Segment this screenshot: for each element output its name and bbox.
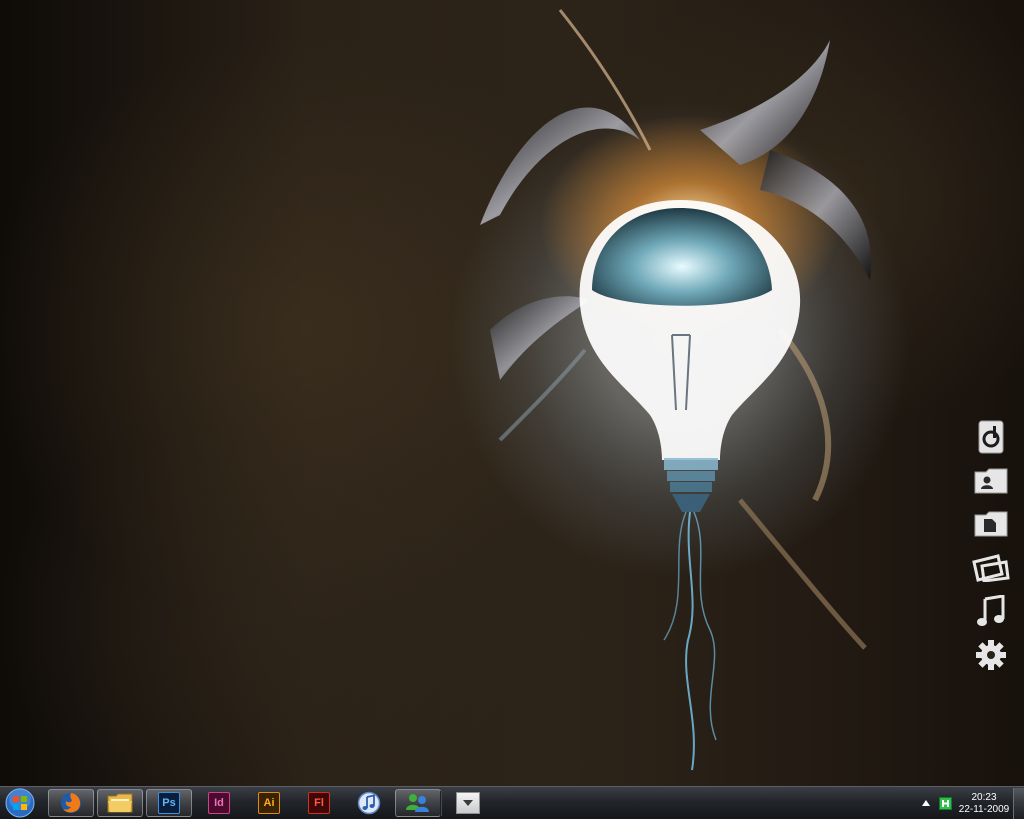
taskbar-clock[interactable]: 20:23 22-11-2009: [956, 790, 1012, 818]
document-icon[interactable]: [971, 505, 1011, 543]
messenger-icon: [406, 794, 429, 812]
dropdown-triangle-icon: [463, 800, 473, 806]
music-disc-icon[interactable]: [971, 418, 1011, 456]
pictures-icon[interactable]: [971, 549, 1011, 587]
indesign-icon: Id: [208, 792, 230, 814]
taskbar: Ps Id Ai Fl 20:23 22-11-2009: [0, 786, 1024, 819]
taskbar-indesign[interactable]: Id: [196, 789, 242, 817]
tray-app-icon: [938, 796, 952, 810]
wallpaper-art: [450, 9, 910, 771]
clock-time: 20:23: [971, 792, 997, 803]
flash-icon: Fl: [308, 792, 330, 814]
taskbar-firefox[interactable]: [48, 789, 94, 817]
illustrator-icon: Ai: [258, 792, 280, 814]
taskbar-itunes[interactable]: [346, 789, 392, 817]
contact-card-icon[interactable]: [971, 462, 1011, 500]
gear-icon[interactable]: [971, 636, 1011, 674]
desktop[interactable]: [0, 0, 1024, 786]
taskbar-photoshop[interactable]: Ps: [146, 789, 192, 817]
music-note-icon[interactable]: [971, 592, 1011, 630]
taskbar-illustrator[interactable]: Ai: [246, 789, 292, 817]
folder-icon: [107, 793, 133, 813]
firefox-icon: [61, 793, 81, 813]
windows-orb-icon: [5, 788, 35, 818]
itunes-icon: [357, 791, 381, 815]
start-button[interactable]: [4, 788, 36, 818]
quick-menu-button[interactable]: [456, 792, 480, 814]
show-desktop-button[interactable]: [1013, 788, 1024, 819]
tray-up-arrow-icon: [922, 800, 930, 806]
clock-date: 22-11-2009: [958, 804, 1010, 815]
taskbar-divider: [440, 791, 442, 816]
taskbar-flash[interactable]: Fl: [296, 789, 342, 817]
photoshop-icon: Ps: [158, 792, 180, 814]
tray-expand-button[interactable]: [919, 796, 933, 810]
gadget-dock: [968, 418, 1014, 674]
taskbar-explorer[interactable]: [97, 789, 143, 817]
tray-app-button[interactable]: [938, 796, 952, 810]
taskbar-messenger[interactable]: [395, 789, 441, 817]
